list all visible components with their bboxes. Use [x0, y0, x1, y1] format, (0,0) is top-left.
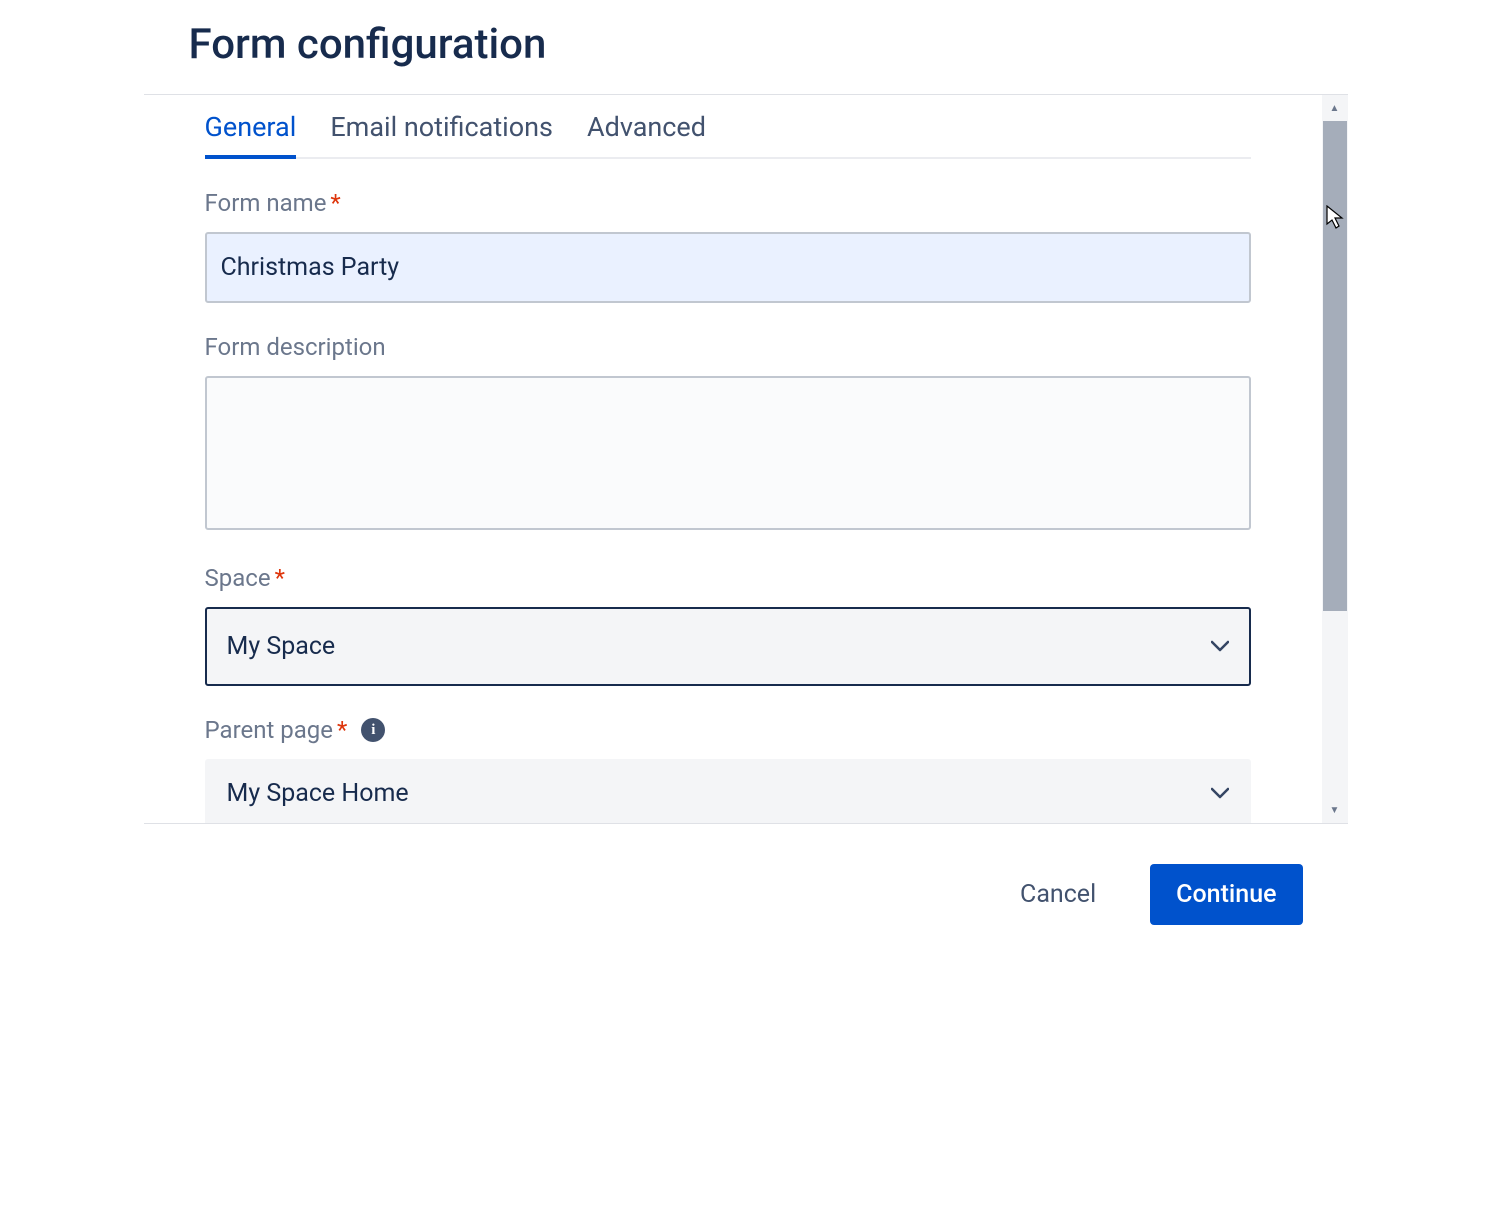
modal-title: Form configuration — [189, 20, 1303, 69]
select-value: My Space Home — [227, 779, 409, 808]
required-asterisk: * — [337, 716, 347, 744]
label-text: Parent page — [205, 716, 334, 744]
field-space: Space * My Space — [205, 564, 1251, 686]
continue-button[interactable]: Continue — [1150, 864, 1302, 925]
modal-body: General Email notifications Advanced For… — [144, 95, 1348, 823]
info-icon[interactable]: i — [361, 718, 385, 742]
tab-advanced[interactable]: Advanced — [587, 97, 706, 159]
label-space: Space * — [205, 564, 1251, 592]
select-space[interactable]: My Space — [205, 607, 1251, 686]
modal-footer: Cancel Continue — [144, 824, 1348, 961]
scroll-up-arrow[interactable]: ▲ — [1322, 95, 1348, 121]
label-form-name: Form name * — [205, 189, 1251, 217]
input-form-name[interactable] — [205, 232, 1251, 303]
select-value: My Space — [227, 632, 336, 661]
modal-header: Form configuration — [144, 0, 1348, 94]
label-text: Form name — [205, 189, 327, 217]
label-form-description: Form description — [205, 333, 1251, 361]
chevron-down-icon — [1211, 637, 1229, 657]
label-parent-page: Parent page * i — [205, 716, 1251, 744]
input-form-description[interactable] — [205, 376, 1251, 530]
label-text: Space — [205, 564, 271, 592]
field-form-description: Form description — [205, 333, 1251, 534]
label-text: Form description — [205, 333, 386, 361]
modal-body-wrap: General Email notifications Advanced For… — [144, 94, 1348, 824]
required-asterisk: * — [275, 564, 285, 592]
cancel-button[interactable]: Cancel — [994, 864, 1122, 925]
scroll-thumb[interactable] — [1323, 121, 1347, 611]
tab-email-notifications[interactable]: Email notifications — [330, 97, 553, 159]
scrollbar[interactable]: ▲ ▼ — [1322, 95, 1348, 823]
chevron-down-icon — [1211, 784, 1229, 804]
field-parent-page: Parent page * i My Space Home — [205, 716, 1251, 824]
select-parent-page[interactable]: My Space Home — [205, 759, 1251, 824]
scroll-down-arrow[interactable]: ▼ — [1322, 797, 1348, 823]
tab-general[interactable]: General — [205, 97, 297, 159]
field-form-name: Form name * — [205, 189, 1251, 303]
tabs: General Email notifications Advanced — [205, 95, 1251, 159]
required-asterisk: * — [330, 189, 340, 217]
form-config-modal: Form configuration General Email notific… — [144, 0, 1348, 961]
